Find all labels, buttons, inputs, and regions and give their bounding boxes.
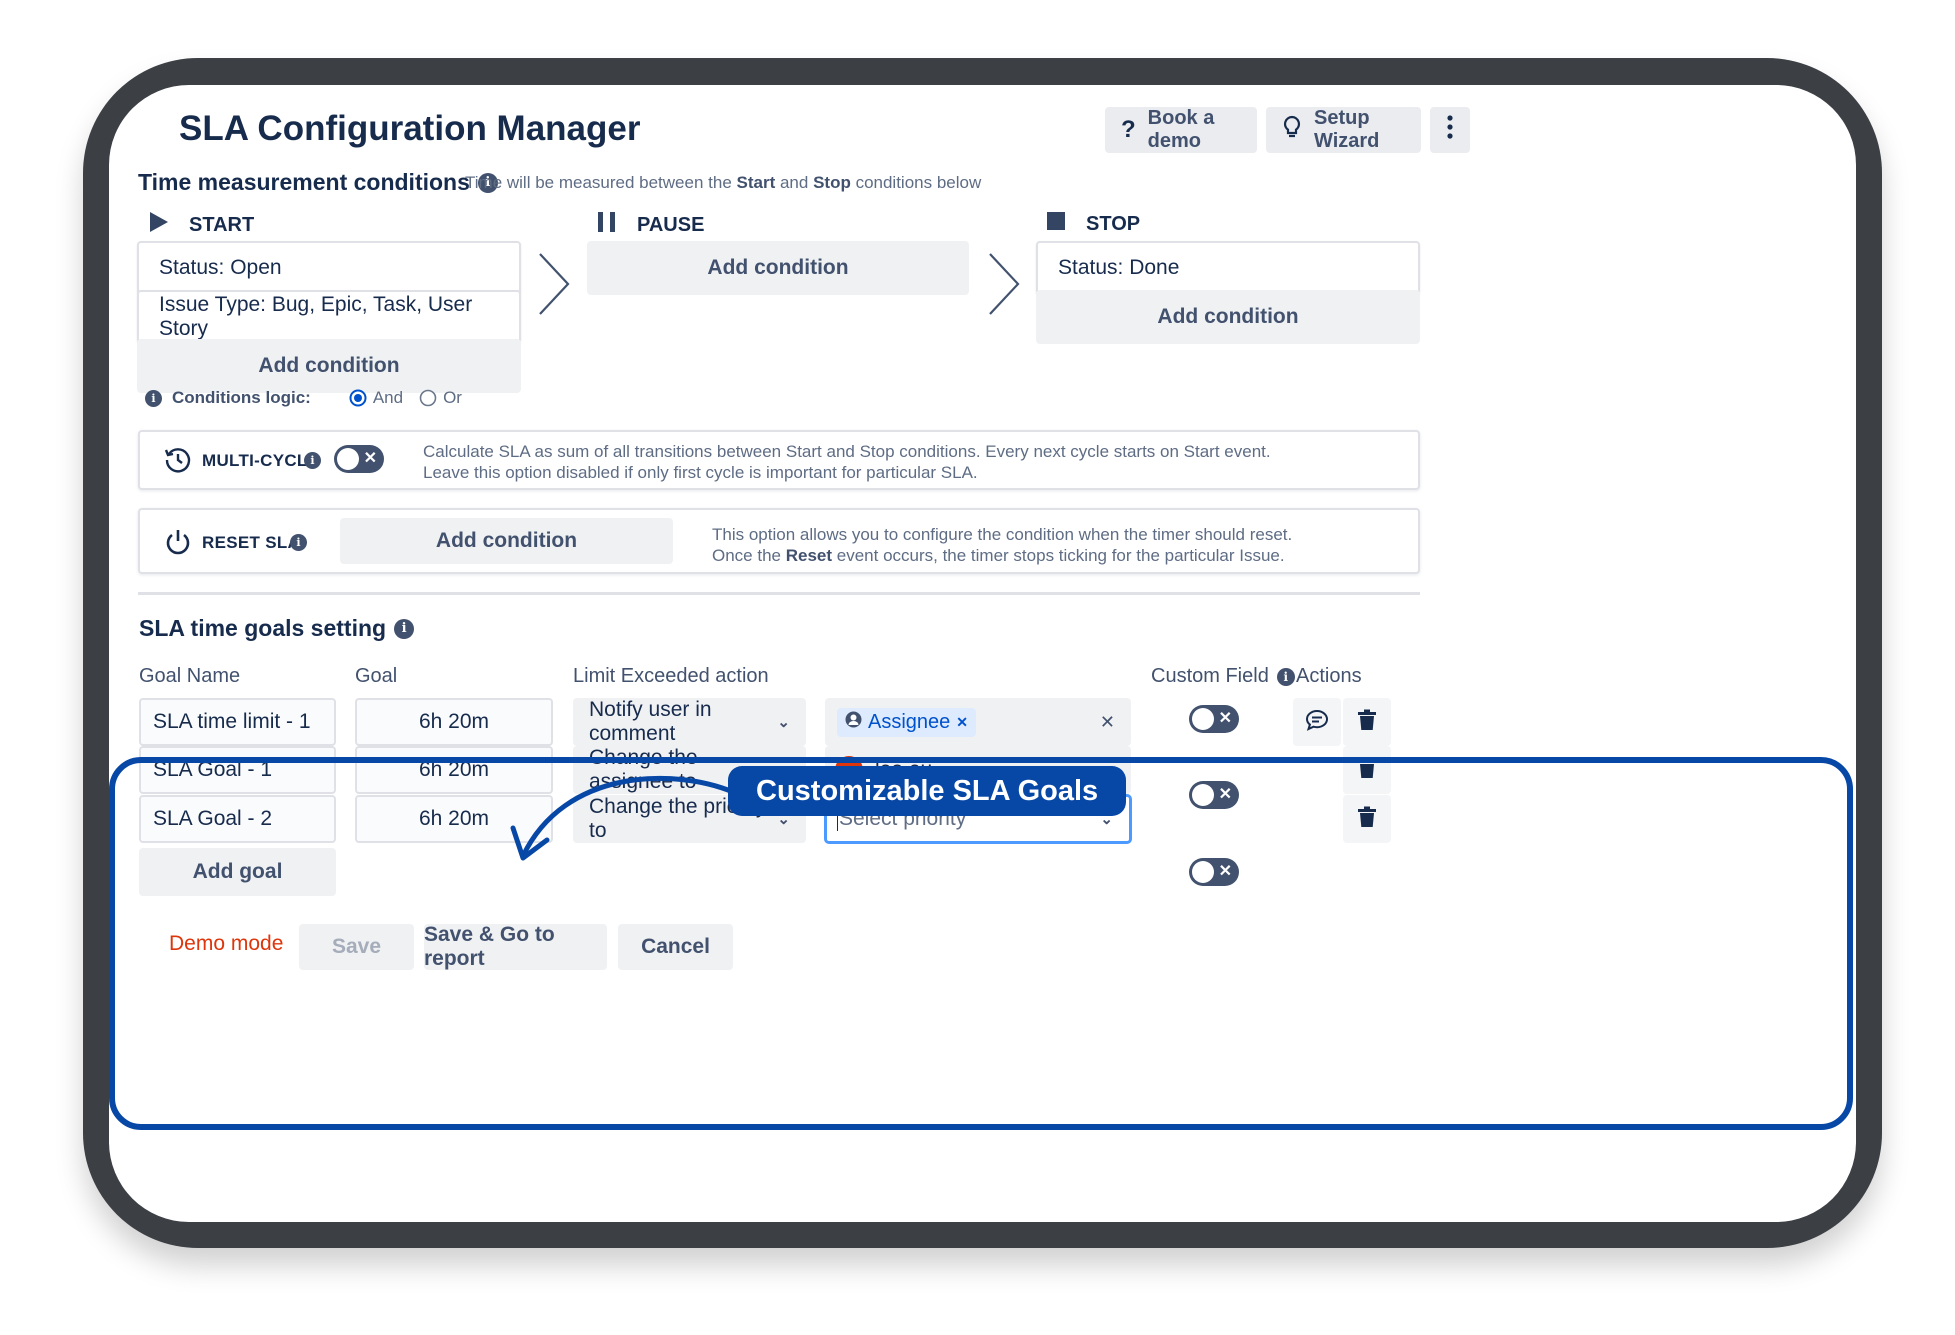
- lightbulb-icon: [1282, 115, 1302, 145]
- more-options-button[interactable]: [1430, 107, 1470, 153]
- reset-sla-description: This option allows you to configure the …: [712, 524, 1292, 566]
- stop-condition-status[interactable]: Status: Done: [1036, 241, 1420, 295]
- question-icon: ?: [1121, 116, 1136, 143]
- reset-sla-panel: RESET SLA i Add condition This option al…: [138, 508, 1420, 574]
- stop-add-condition-button[interactable]: Add condition: [1036, 290, 1420, 344]
- chevron-down-icon: ⌄: [777, 714, 790, 731]
- reset-desc-line2: Once the Reset event occurs, the timer s…: [712, 545, 1292, 566]
- play-icon: [149, 211, 169, 239]
- pause-label: PAUSE: [637, 213, 705, 236]
- chevron-right-icon: [537, 251, 571, 322]
- delete-goal-button[interactable]: [1343, 698, 1391, 746]
- stop-label: STOP: [1086, 212, 1141, 235]
- reset-desc-line1: This option allows you to configure the …: [712, 525, 1293, 544]
- multi-cycle-desc-line1: Calculate SLA as sum of all transitions …: [423, 442, 1271, 461]
- comment-action-button[interactable]: [1293, 698, 1341, 746]
- stop-header: STOP: [1046, 211, 1140, 237]
- reset-desc-prefix: Once the: [712, 546, 786, 565]
- time-conditions-title-text: Time measurement conditions: [138, 169, 470, 195]
- info-icon[interactable]: i: [304, 452, 321, 469]
- pause-add-condition-button[interactable]: Add condition: [587, 241, 969, 295]
- multi-cycle-desc-line2: Leave this option disabled if only first…: [423, 463, 978, 482]
- radio-and[interactable]: And: [349, 388, 403, 408]
- start-condition-status[interactable]: Status: Open: [137, 241, 521, 295]
- hint-stop: Stop: [813, 173, 851, 192]
- toggle-knob: [1192, 708, 1214, 730]
- curved-arrow-icon: [505, 770, 745, 875]
- divider: [138, 592, 1420, 595]
- goals-title: SLA time goals setting i: [139, 615, 415, 642]
- stop-icon: [1046, 211, 1066, 237]
- multi-cycle-toggle[interactable]: ✕: [334, 445, 384, 473]
- setup-wizard-label: Setup Wizard: [1314, 107, 1380, 152]
- hint-and: and: [775, 173, 814, 192]
- pause-header: PAUSE: [597, 211, 704, 239]
- trash-icon: [1357, 709, 1377, 736]
- assignee-chip-label: Assignee: [868, 710, 951, 733]
- close-icon: ✕: [1218, 710, 1232, 727]
- close-icon: ✕: [363, 450, 377, 467]
- radio-and-label: And: [372, 388, 404, 407]
- page: SLA Configuration Manager ? Book a demo …: [0, 0, 1955, 1335]
- book-demo-label: Book a demo: [1147, 107, 1215, 152]
- chip-remove-icon[interactable]: ✕: [956, 714, 968, 731]
- assignee-chip: Assignee ✕: [837, 707, 977, 737]
- column-custom-field: Custom Field i: [1151, 665, 1295, 688]
- reset-sla-label: RESET SLA: [202, 533, 301, 552]
- user-icon: [845, 711, 862, 734]
- column-goal: Goal: [355, 665, 398, 687]
- customizable-goals-callout: Customizable SLA Goals: [728, 766, 1127, 816]
- action-select-value: Notify user in comment: [589, 698, 712, 745]
- target-user-select[interactable]: Assignee ✕ ✕: [825, 698, 1131, 746]
- column-limit-action: Limit Exceeded action: [573, 665, 769, 687]
- time-conditions-hint: Time will be measured between the Start …: [465, 173, 981, 193]
- column-goal-name: Goal Name: [139, 665, 241, 687]
- conditions-logic-label: Conditions logic:: [172, 388, 311, 407]
- action-select[interactable]: Notify user in comment ⌄: [573, 698, 806, 746]
- multi-cycle-panel: MULTI-CYCLE i ✕ Calculate SLA as sum of …: [138, 430, 1420, 490]
- power-icon: [164, 528, 192, 561]
- column-actions: Actions: [1296, 665, 1362, 687]
- custom-field-toggle[interactable]: ✕: [1189, 705, 1239, 733]
- start-label: START: [189, 213, 255, 236]
- goal-time-input[interactable]: 6h 20m: [355, 698, 553, 746]
- info-icon[interactable]: i: [145, 389, 162, 407]
- conditions-logic: i Conditions logic: And Or: [145, 388, 462, 408]
- info-icon[interactable]: i: [290, 534, 307, 551]
- info-icon[interactable]: i: [1276, 667, 1295, 686]
- goal-name-input[interactable]: SLA time limit - 1: [139, 698, 336, 746]
- setup-wizard-button[interactable]: Setup Wizard: [1266, 107, 1421, 153]
- reset-desc-bold: Reset: [785, 546, 833, 565]
- hint-start: Start: [736, 173, 776, 192]
- radio-or[interactable]: Or: [419, 388, 462, 408]
- time-conditions-title: Time measurement conditions i: [138, 169, 498, 196]
- more-vertical-icon: [1447, 115, 1453, 145]
- radio-or-label: Or: [443, 388, 462, 407]
- comment-icon: [1305, 709, 1329, 736]
- reset-add-condition-button[interactable]: Add condition: [340, 518, 673, 564]
- chevron-right-icon: [987, 251, 1021, 322]
- multi-cycle-label: MULTI-CYCLE: [202, 451, 320, 470]
- toggle-knob: [337, 448, 359, 470]
- column-custom-field-text: Custom Field: [1151, 665, 1269, 687]
- history-icon: [164, 446, 192, 479]
- reset-desc-suffix: event occurs, the timer stops ticking fo…: [832, 546, 1285, 565]
- page-title: SLA Configuration Manager: [179, 109, 641, 148]
- start-header: START: [149, 211, 254, 239]
- start-condition-issue-type[interactable]: Issue Type: Bug, Epic, Task, User Story: [137, 290, 521, 344]
- pause-icon: [597, 211, 617, 239]
- info-icon[interactable]: i: [394, 618, 415, 639]
- clear-icon[interactable]: ✕: [1100, 712, 1115, 733]
- goals-title-text: SLA time goals setting: [139, 615, 387, 641]
- hint-suffix: conditions below: [850, 173, 982, 192]
- multi-cycle-description: Calculate SLA as sum of all transitions …: [423, 441, 1271, 483]
- hint-prefix: Time will be measured between the: [465, 173, 737, 192]
- book-demo-button[interactable]: ? Book a demo: [1105, 107, 1257, 153]
- start-add-condition-button[interactable]: Add condition: [137, 339, 521, 393]
